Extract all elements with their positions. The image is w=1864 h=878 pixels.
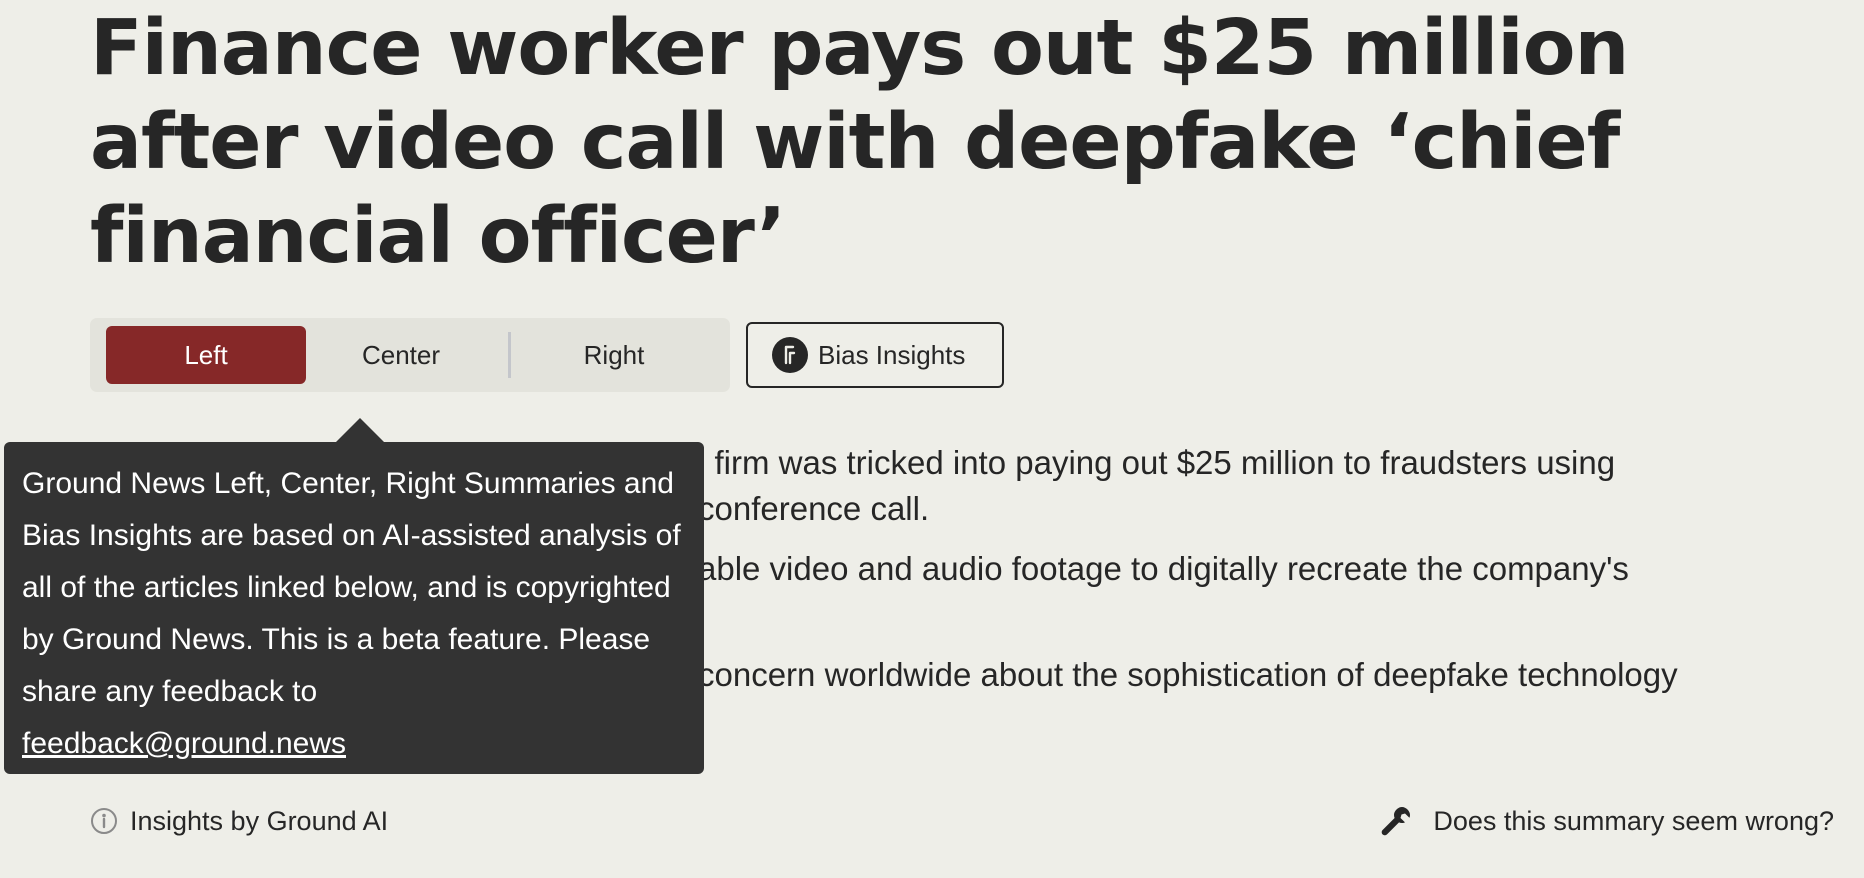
tab-left-label: Left — [184, 339, 228, 370]
wrench-icon — [1379, 804, 1413, 838]
perspective-tabs: Left Center Right — [90, 318, 730, 392]
summary-line: l firm was tricked into paying out $25 m… — [698, 444, 1616, 481]
tab-divider — [508, 332, 511, 378]
ai-disclaimer-tooltip: Ground News Left, Center, Right Summarie… — [4, 442, 704, 774]
tooltip-arrow — [336, 418, 384, 442]
info-icon[interactable] — [90, 807, 118, 835]
report-summary-button[interactable]: Does this summary seem wrong? — [1379, 800, 1834, 842]
tab-right[interactable]: Right — [514, 326, 714, 384]
article-headline: Finance worker pays out $25 million afte… — [90, 4, 1629, 281]
insights-attribution: Insights by Ground AI — [90, 800, 388, 842]
summary-line: conference call. — [698, 490, 930, 527]
bias-insights-button[interactable]: Bias Insights — [746, 322, 1004, 388]
tab-center[interactable]: Center — [306, 326, 496, 384]
tab-left[interactable]: Left — [106, 326, 306, 384]
feedback-email-link[interactable]: feedback@ground.news — [22, 727, 346, 760]
report-summary-label: Does this summary seem wrong? — [1433, 805, 1834, 836]
summary-line: concern worldwide about the sophisticati… — [698, 656, 1678, 693]
insights-label: Insights by Ground AI — [130, 805, 389, 836]
article-page: Finance worker pays out $25 million afte… — [0, 0, 1864, 878]
tab-right-label: Right — [583, 339, 645, 370]
bias-insights-label: Bias Insights — [818, 339, 966, 370]
tooltip-text: Ground News Left, Center, Right Summarie… — [22, 467, 681, 708]
ground-news-logo-icon — [772, 337, 808, 373]
summary-line: able video and audio footage to digitall… — [698, 550, 1629, 587]
tab-center-label: Center — [361, 339, 441, 370]
